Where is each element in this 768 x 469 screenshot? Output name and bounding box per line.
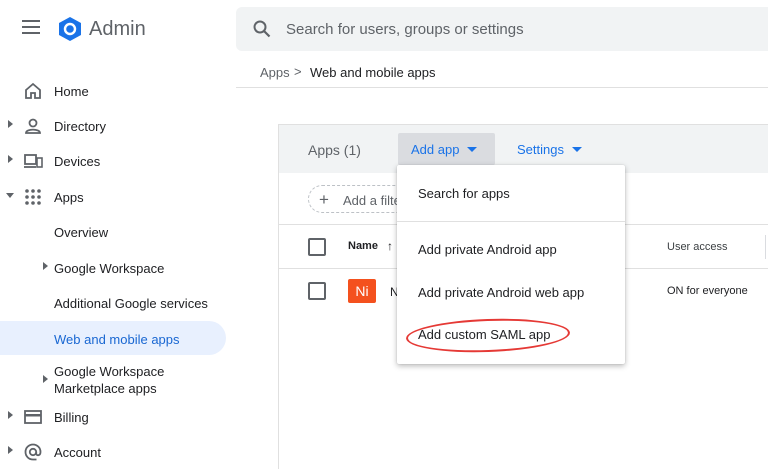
menu-item-label: Add private Android app	[418, 242, 557, 257]
dropdown-caret-icon	[467, 147, 477, 152]
sidebar-item-label: Web and mobile apps	[54, 332, 180, 347]
sidebar-item-devices[interactable]: Devices	[0, 143, 226, 177]
dropdown-caret-icon	[572, 147, 582, 152]
home-icon	[25, 82, 41, 99]
sidebar-item-label: Additional Google services	[54, 296, 208, 311]
expand-arrow-icon[interactable]	[8, 155, 13, 163]
row-checkbox[interactable]	[308, 282, 326, 300]
menu-divider	[397, 221, 625, 222]
sidebar-item-google-workspace[interactable]: Google Workspace	[0, 250, 226, 284]
person-icon	[25, 118, 41, 134]
add-app-button[interactable]: Add app	[398, 133, 495, 165]
sidebar-item-label: Billing	[54, 410, 89, 425]
sidebar-item-marketplace-apps[interactable]: Google Workspace Marketplace apps	[0, 358, 226, 398]
expand-arrow-icon[interactable]	[43, 262, 48, 270]
hamburger-bar	[22, 32, 40, 34]
breadcrumb-apps-link[interactable]: Apps	[260, 65, 290, 80]
sidebar-item-directory[interactable]: Directory	[0, 108, 226, 142]
column-divider	[765, 235, 766, 259]
expand-arrow-icon[interactable]	[8, 120, 13, 128]
search-input[interactable]	[286, 7, 756, 51]
collapse-arrow-icon[interactable]	[6, 193, 14, 198]
sidebar-item-label: Google Workspace Marketplace apps	[54, 364, 165, 396]
devices-icon	[24, 154, 43, 168]
app-user-access: ON for everyone	[667, 285, 748, 297]
sidebar-item-label: Overview	[54, 225, 109, 240]
menu-item-add-private-android-app[interactable]: Add private Android app	[397, 229, 625, 269]
brand-title: Admin	[89, 18, 146, 40]
menu-item-search-for-apps[interactable]: Search for apps	[397, 173, 625, 213]
account-at-icon	[24, 443, 42, 461]
sidebar: Home Directory Devices Apps Overview Goo…	[0, 70, 236, 469]
sidebar-item-billing[interactable]: Billing	[0, 399, 226, 433]
sort-ascending-icon[interactable]: ↑	[387, 239, 393, 253]
plus-icon: +	[319, 190, 329, 209]
sidebar-item-label: Directory	[54, 119, 107, 134]
search-bar[interactable]	[236, 7, 768, 51]
hamburger-bar	[22, 26, 40, 28]
breadcrumb-current: Web and mobile apps	[310, 65, 436, 80]
main-menu-button[interactable]	[22, 20, 40, 34]
settings-label: Settings	[517, 142, 564, 157]
menu-item-add-custom-saml-app[interactable]: Add custom SAML app	[397, 314, 625, 354]
column-header-name[interactable]: Name	[348, 240, 378, 252]
billing-icon	[24, 410, 42, 424]
breadcrumb: Apps > Web and mobile apps	[236, 52, 768, 88]
sidebar-item-label: Account	[54, 445, 101, 460]
menu-item-label: Add custom SAML app	[418, 327, 551, 342]
sidebar-item-label: Devices	[54, 154, 101, 169]
add-app-label: Add app	[411, 142, 460, 157]
sidebar-item-account[interactable]: Account	[0, 434, 226, 468]
admin-logo-icon	[59, 17, 81, 41]
column-header-user-access: User access	[667, 241, 728, 253]
menu-item-add-private-android-web-app[interactable]: Add private Android web app	[397, 272, 625, 312]
menu-item-label: Add private Android web app	[418, 285, 585, 300]
sidebar-item-additional-google-services[interactable]: Additional Google services	[0, 285, 226, 319]
apps-count-title: Apps (1)	[308, 142, 361, 158]
hamburger-bar	[22, 20, 40, 22]
breadcrumb-separator: >	[294, 64, 302, 79]
settings-button[interactable]: Settings	[505, 133, 595, 165]
apps-grid-icon	[25, 189, 41, 205]
expand-arrow-icon[interactable]	[8, 446, 13, 454]
add-filter-label: Add a filte	[343, 193, 401, 208]
add-app-menu: Search for apps Add private Android app …	[397, 165, 625, 364]
select-all-checkbox[interactable]	[308, 238, 326, 256]
expand-arrow-icon[interactable]	[8, 411, 13, 419]
search-icon	[253, 20, 271, 38]
sidebar-item-label: Google Workspace	[54, 261, 165, 276]
sidebar-item-home[interactable]: Home	[0, 73, 226, 107]
sidebar-item-apps[interactable]: Apps	[0, 179, 226, 213]
menu-item-label: Search for apps	[418, 186, 510, 201]
app-tile-icon: Ni	[348, 279, 376, 303]
sidebar-item-label: Home	[54, 84, 89, 99]
expand-arrow-icon[interactable]	[43, 375, 48, 383]
sidebar-item-label: Apps	[54, 190, 84, 205]
sidebar-item-overview[interactable]: Overview	[0, 214, 226, 248]
sidebar-item-web-and-mobile-apps[interactable]: Web and mobile apps	[0, 321, 226, 355]
